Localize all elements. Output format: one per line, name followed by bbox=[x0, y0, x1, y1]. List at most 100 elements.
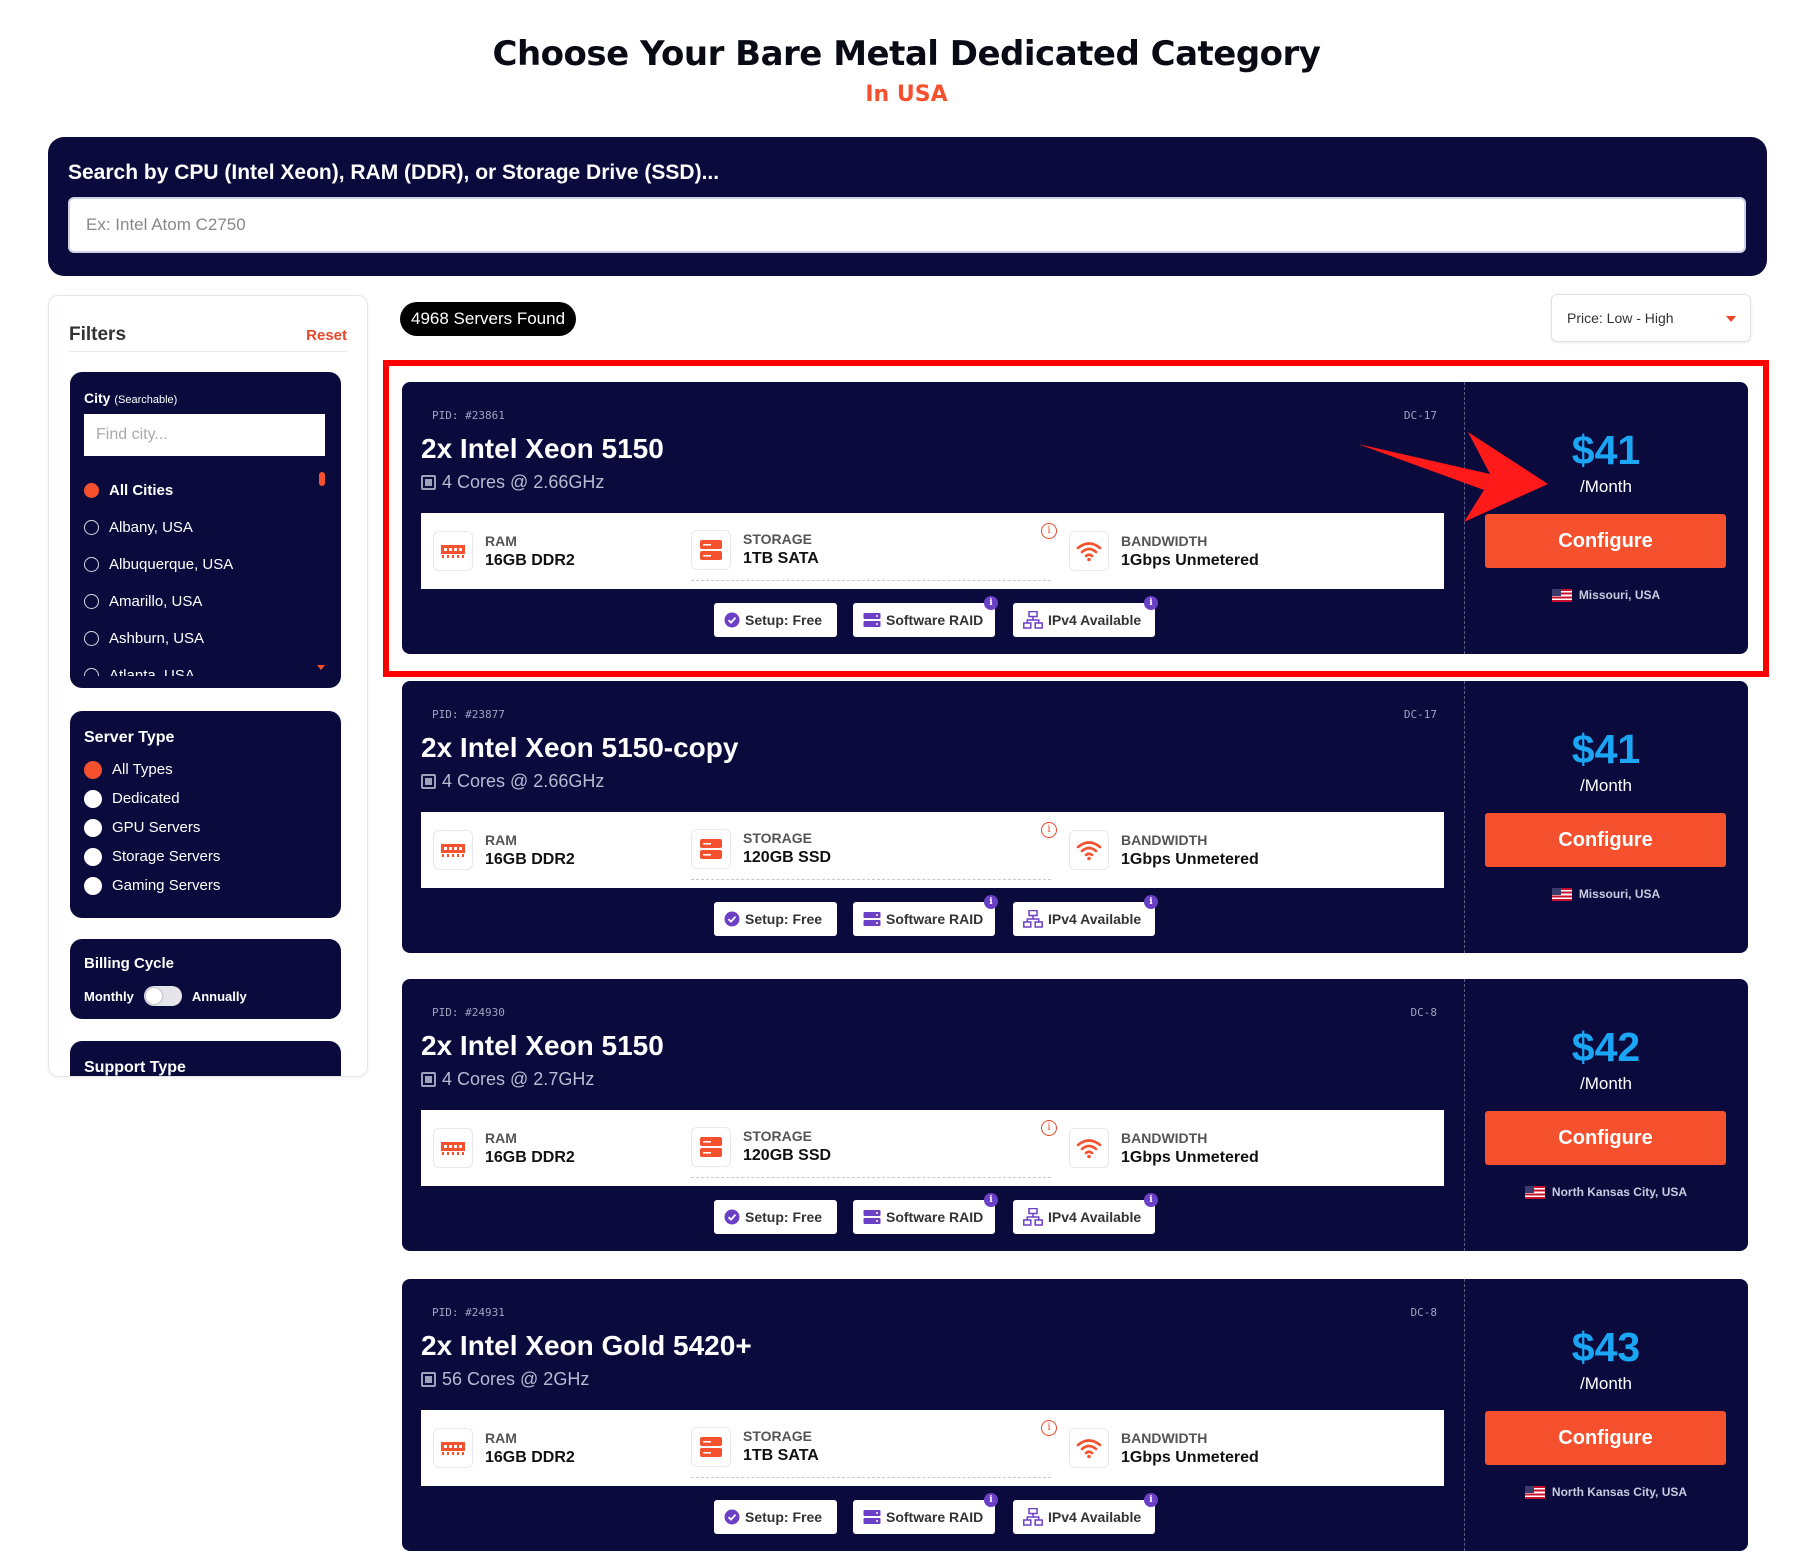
setup-badge-label: Setup: Free bbox=[745, 1509, 823, 1525]
spec-storage-text: STORAGE 120GB SSD bbox=[743, 1128, 831, 1165]
software-raid-badge[interactable]: Software RAID i bbox=[853, 1493, 998, 1534]
scroll-down-arrow-icon[interactable] bbox=[317, 665, 325, 670]
server-location-text: North Kansas City, USA bbox=[1551, 1185, 1688, 1199]
check-circle-icon bbox=[724, 911, 740, 927]
server-stack-icon bbox=[863, 1509, 881, 1525]
city-option-all[interactable]: All Cities bbox=[84, 472, 309, 509]
support-type-filter: Support Type bbox=[70, 1041, 341, 1076]
type-option-storage[interactable]: Storage Servers bbox=[84, 842, 324, 871]
city-filter: City (Searchable) All Cities Albany, USA… bbox=[70, 372, 341, 688]
spec-bandwidth-text: BANDWIDTH 1Gbps Unmetered bbox=[1121, 1430, 1259, 1467]
spec-storage-label: STORAGE bbox=[743, 1428, 812, 1444]
sort-select-value: Price: Low - High bbox=[1567, 310, 1674, 326]
price-period: /Month bbox=[1580, 776, 1632, 795]
type-option-label: Gaming Servers bbox=[112, 877, 221, 894]
city-option-atlanta[interactable]: Atlanta, USA bbox=[84, 657, 309, 676]
spec-bandwidth: BANDWIDTH 1Gbps Unmetered bbox=[1069, 1110, 1259, 1186]
spec-ram: RAM 16GB DDR2 bbox=[433, 812, 575, 888]
city-scrollbar-thumb[interactable] bbox=[319, 472, 325, 486]
search-input[interactable] bbox=[68, 197, 1746, 253]
raid-info-icon[interactable]: i bbox=[984, 895, 998, 909]
server-location-text: North Kansas City, USA bbox=[1551, 1485, 1688, 1499]
type-option-dedicated[interactable]: Dedicated bbox=[84, 784, 324, 813]
spec-bandwidth-label: BANDWIDTH bbox=[1121, 831, 1208, 848]
card-divider bbox=[1464, 681, 1465, 953]
city-option-albany[interactable]: Albany, USA bbox=[84, 509, 309, 546]
city-filter-title: City (Searchable) bbox=[84, 390, 177, 406]
configure-button[interactable]: Configure bbox=[1485, 813, 1726, 867]
type-option-all[interactable]: All Types bbox=[84, 755, 324, 784]
city-title-note: (Searchable) bbox=[114, 394, 178, 406]
chevron-down-icon bbox=[1726, 316, 1736, 322]
city-option-ashburn[interactable]: Ashburn, USA bbox=[84, 620, 309, 657]
spec-storage: STORAGE 120GB SSD bbox=[691, 818, 1051, 880]
server-location: Missouri, USA bbox=[1464, 887, 1748, 901]
support-type-title: Support Type bbox=[84, 1059, 186, 1076]
card-divider bbox=[1464, 979, 1465, 1251]
configure-button[interactable]: Configure bbox=[1485, 1111, 1726, 1165]
search-label: Search by CPU (Intel Xeon), RAM (DDR), o… bbox=[68, 161, 720, 184]
sort-select[interactable]: Price: Low - High bbox=[1551, 294, 1751, 342]
server-pid: PID: #24931 bbox=[432, 1306, 505, 1319]
filters-title: Filters bbox=[69, 324, 127, 345]
spec-bandwidth-label: BANDWIDTH bbox=[1121, 1129, 1208, 1146]
raid-badge-label: Software RAID bbox=[886, 911, 984, 927]
server-cores-text: 56 Cores @ 2GHz bbox=[442, 1369, 590, 1389]
city-search-input[interactable] bbox=[84, 414, 325, 456]
spec-bandwidth: BANDWIDTH 1Gbps Unmetered bbox=[1069, 1410, 1259, 1486]
radio-icon bbox=[84, 631, 99, 646]
storage-info-icon[interactable]: i bbox=[1041, 822, 1057, 838]
card-divider bbox=[1464, 1279, 1465, 1551]
city-option-label: All Cities bbox=[109, 482, 174, 499]
software-raid-badge[interactable]: Software RAID i bbox=[853, 1193, 998, 1234]
setup-free-badge[interactable]: Setup: Free bbox=[714, 902, 837, 936]
spec-bandwidth-value: 1Gbps Unmetered bbox=[1121, 1148, 1259, 1166]
reset-filters-link[interactable]: Reset bbox=[306, 327, 347, 344]
configure-button[interactable]: Configure bbox=[1485, 1411, 1726, 1465]
setup-free-badge[interactable]: Setup: Free bbox=[714, 1200, 837, 1234]
spec-bandwidth-text: BANDWIDTH 1Gbps Unmetered bbox=[1121, 832, 1259, 869]
city-option-label: Atlanta, USA bbox=[109, 667, 195, 676]
price-period: /Month bbox=[1580, 1074, 1632, 1093]
ipv4-available-badge[interactable]: IPv4 Available i bbox=[1013, 895, 1158, 936]
server-card: PID: #24930 DC-8 2x Intel Xeon 5150 4 Co… bbox=[402, 979, 1748, 1251]
highlight-frame bbox=[383, 360, 1769, 677]
ipv4-info-icon[interactable]: i bbox=[1144, 1193, 1158, 1207]
software-raid-badge[interactable]: Software RAID i bbox=[853, 895, 998, 936]
search-panel: Search by CPU (Intel Xeon), RAM (DDR), o… bbox=[48, 137, 1767, 276]
type-option-label: GPU Servers bbox=[112, 819, 201, 836]
server-datacenter: DC-8 bbox=[1410, 1006, 1438, 1019]
setup-free-badge[interactable]: Setup: Free bbox=[714, 1500, 837, 1534]
type-option-gpu[interactable]: GPU Servers bbox=[84, 813, 324, 842]
city-options-list[interactable]: All Cities Albany, USA Albuquerque, USA … bbox=[84, 472, 309, 676]
spec-ram-value: 16GB DDR2 bbox=[485, 850, 575, 868]
spec-ram-label: RAM bbox=[485, 1129, 517, 1146]
billing-cycle-toggle[interactable] bbox=[143, 986, 182, 1006]
server-card: PID: #24931 DC-8 2x Intel Xeon Gold 5420… bbox=[402, 1279, 1748, 1551]
annotation-arrow-icon bbox=[1358, 432, 1548, 522]
page-subtitle: In USA bbox=[865, 82, 948, 107]
radio-icon bbox=[84, 520, 99, 535]
billing-monthly-label: Monthly bbox=[84, 988, 134, 1004]
raid-info-icon[interactable]: i bbox=[984, 1493, 998, 1507]
check-circle-icon bbox=[724, 1209, 740, 1225]
city-option-albuquerque[interactable]: Albuquerque, USA bbox=[84, 546, 309, 583]
ram-chip-icon bbox=[433, 1128, 473, 1168]
ipv4-info-icon[interactable]: i bbox=[1144, 1493, 1158, 1507]
server-location: North Kansas City, USA bbox=[1464, 1185, 1748, 1199]
ipv4-info-icon[interactable]: i bbox=[1144, 895, 1158, 909]
raid-badge-label: Software RAID bbox=[886, 1509, 984, 1525]
raid-info-icon[interactable]: i bbox=[984, 1193, 998, 1207]
server-cpu-cores: 56 Cores @ 2GHz bbox=[421, 1369, 589, 1390]
storage-info-icon[interactable]: i bbox=[1041, 1120, 1057, 1136]
city-title-text: City bbox=[84, 390, 111, 406]
storage-info-icon[interactable]: i bbox=[1041, 1420, 1057, 1436]
type-option-label: Storage Servers bbox=[112, 848, 221, 865]
type-option-gaming[interactable]: Gaming Servers bbox=[84, 871, 324, 900]
ipv4-available-badge[interactable]: IPv4 Available i bbox=[1013, 1493, 1158, 1534]
server-datacenter: DC-8 bbox=[1410, 1306, 1438, 1319]
ipv4-available-badge[interactable]: IPv4 Available i bbox=[1013, 1193, 1158, 1234]
hard-drive-icon bbox=[691, 828, 731, 869]
server-cpu-cores: 4 Cores @ 2.66GHz bbox=[421, 771, 604, 792]
city-option-amarillo[interactable]: Amarillo, USA bbox=[84, 583, 309, 620]
